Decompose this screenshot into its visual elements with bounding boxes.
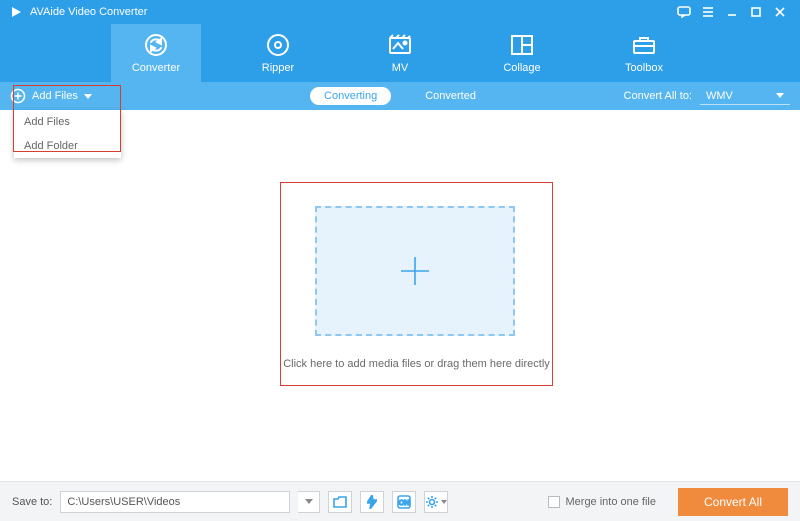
nav-mv-label: MV [392, 62, 409, 74]
save-path-input[interactable]: C:\Users\USER\Videos [60, 491, 290, 513]
menu-icon[interactable] [696, 0, 720, 24]
chevron-down-icon [776, 93, 784, 98]
convert-all-button[interactable]: Convert All [678, 488, 788, 516]
svg-text:ON: ON [399, 500, 410, 507]
collage-icon [510, 32, 534, 58]
feedback-icon[interactable] [672, 0, 696, 24]
open-folder-button[interactable] [328, 491, 352, 513]
drop-zone[interactable] [315, 206, 515, 336]
close-button[interactable] [768, 0, 792, 24]
output-format-value: WMV [706, 90, 733, 102]
save-to-label: Save to: [12, 496, 52, 508]
tab-converted[interactable]: Converted [411, 87, 490, 105]
app-title: AVAide Video Converter [30, 6, 147, 18]
nav-collage-label: Collage [503, 62, 540, 74]
add-files-label: Add Files [32, 90, 78, 102]
merge-label: Merge into one file [566, 496, 657, 508]
status-tabs: Converting Converted [310, 87, 490, 105]
nav-collage[interactable]: Collage [477, 24, 567, 82]
add-files-dropdown: Add Files Add Folder [14, 110, 121, 158]
plus-icon [395, 251, 435, 291]
save-path-value: C:\Users\USER\Videos [67, 496, 180, 508]
nav-converter-label: Converter [132, 62, 180, 74]
ripper-icon [265, 32, 291, 58]
checkbox-icon [548, 496, 560, 508]
mv-icon [387, 32, 413, 58]
tab-converting[interactable]: Converting [310, 87, 391, 105]
minimize-button[interactable] [720, 0, 744, 24]
nav-toolbox-label: Toolbox [625, 62, 663, 74]
output-format-select[interactable]: WMV [700, 87, 790, 105]
high-speed-button[interactable]: ON [392, 491, 416, 513]
bottom-bar: Save to: C:\Users\USER\Videos ON Merge i… [0, 481, 800, 521]
save-path-dropdown[interactable] [298, 491, 320, 513]
add-files-button[interactable]: Add Files [0, 82, 102, 110]
menu-add-folder[interactable]: Add Folder [14, 134, 121, 158]
sub-toolbar: Add Files Converting Converted Convert A… [0, 82, 800, 110]
plus-circle-icon [10, 88, 26, 104]
convert-all-to-label: Convert All to: [624, 90, 692, 102]
title-bar: AVAide Video Converter [0, 0, 800, 24]
convert-all-label: Convert All [704, 495, 762, 509]
nav-converter[interactable]: Converter [111, 24, 201, 82]
nav-ripper[interactable]: Ripper [233, 24, 323, 82]
nav-toolbox[interactable]: Toolbox [599, 24, 689, 82]
converter-icon [143, 32, 169, 58]
menu-add-files[interactable]: Add Files [14, 110, 121, 134]
nav-mv[interactable]: MV [355, 24, 445, 82]
chevron-down-icon [84, 94, 92, 99]
nav-ripper-label: Ripper [262, 62, 294, 74]
drop-hint-text: Click here to add media files or drag th… [280, 358, 553, 370]
chevron-down-icon [305, 499, 313, 504]
gpu-accel-button[interactable] [360, 491, 384, 513]
settings-button[interactable] [424, 491, 448, 513]
chevron-down-icon [441, 500, 447, 504]
app-logo-icon [8, 4, 24, 20]
main-nav: Converter Ripper MV Collage Toolbox [0, 24, 800, 82]
toolbox-icon [631, 32, 657, 58]
merge-checkbox[interactable]: Merge into one file [548, 496, 657, 508]
maximize-button[interactable] [744, 0, 768, 24]
